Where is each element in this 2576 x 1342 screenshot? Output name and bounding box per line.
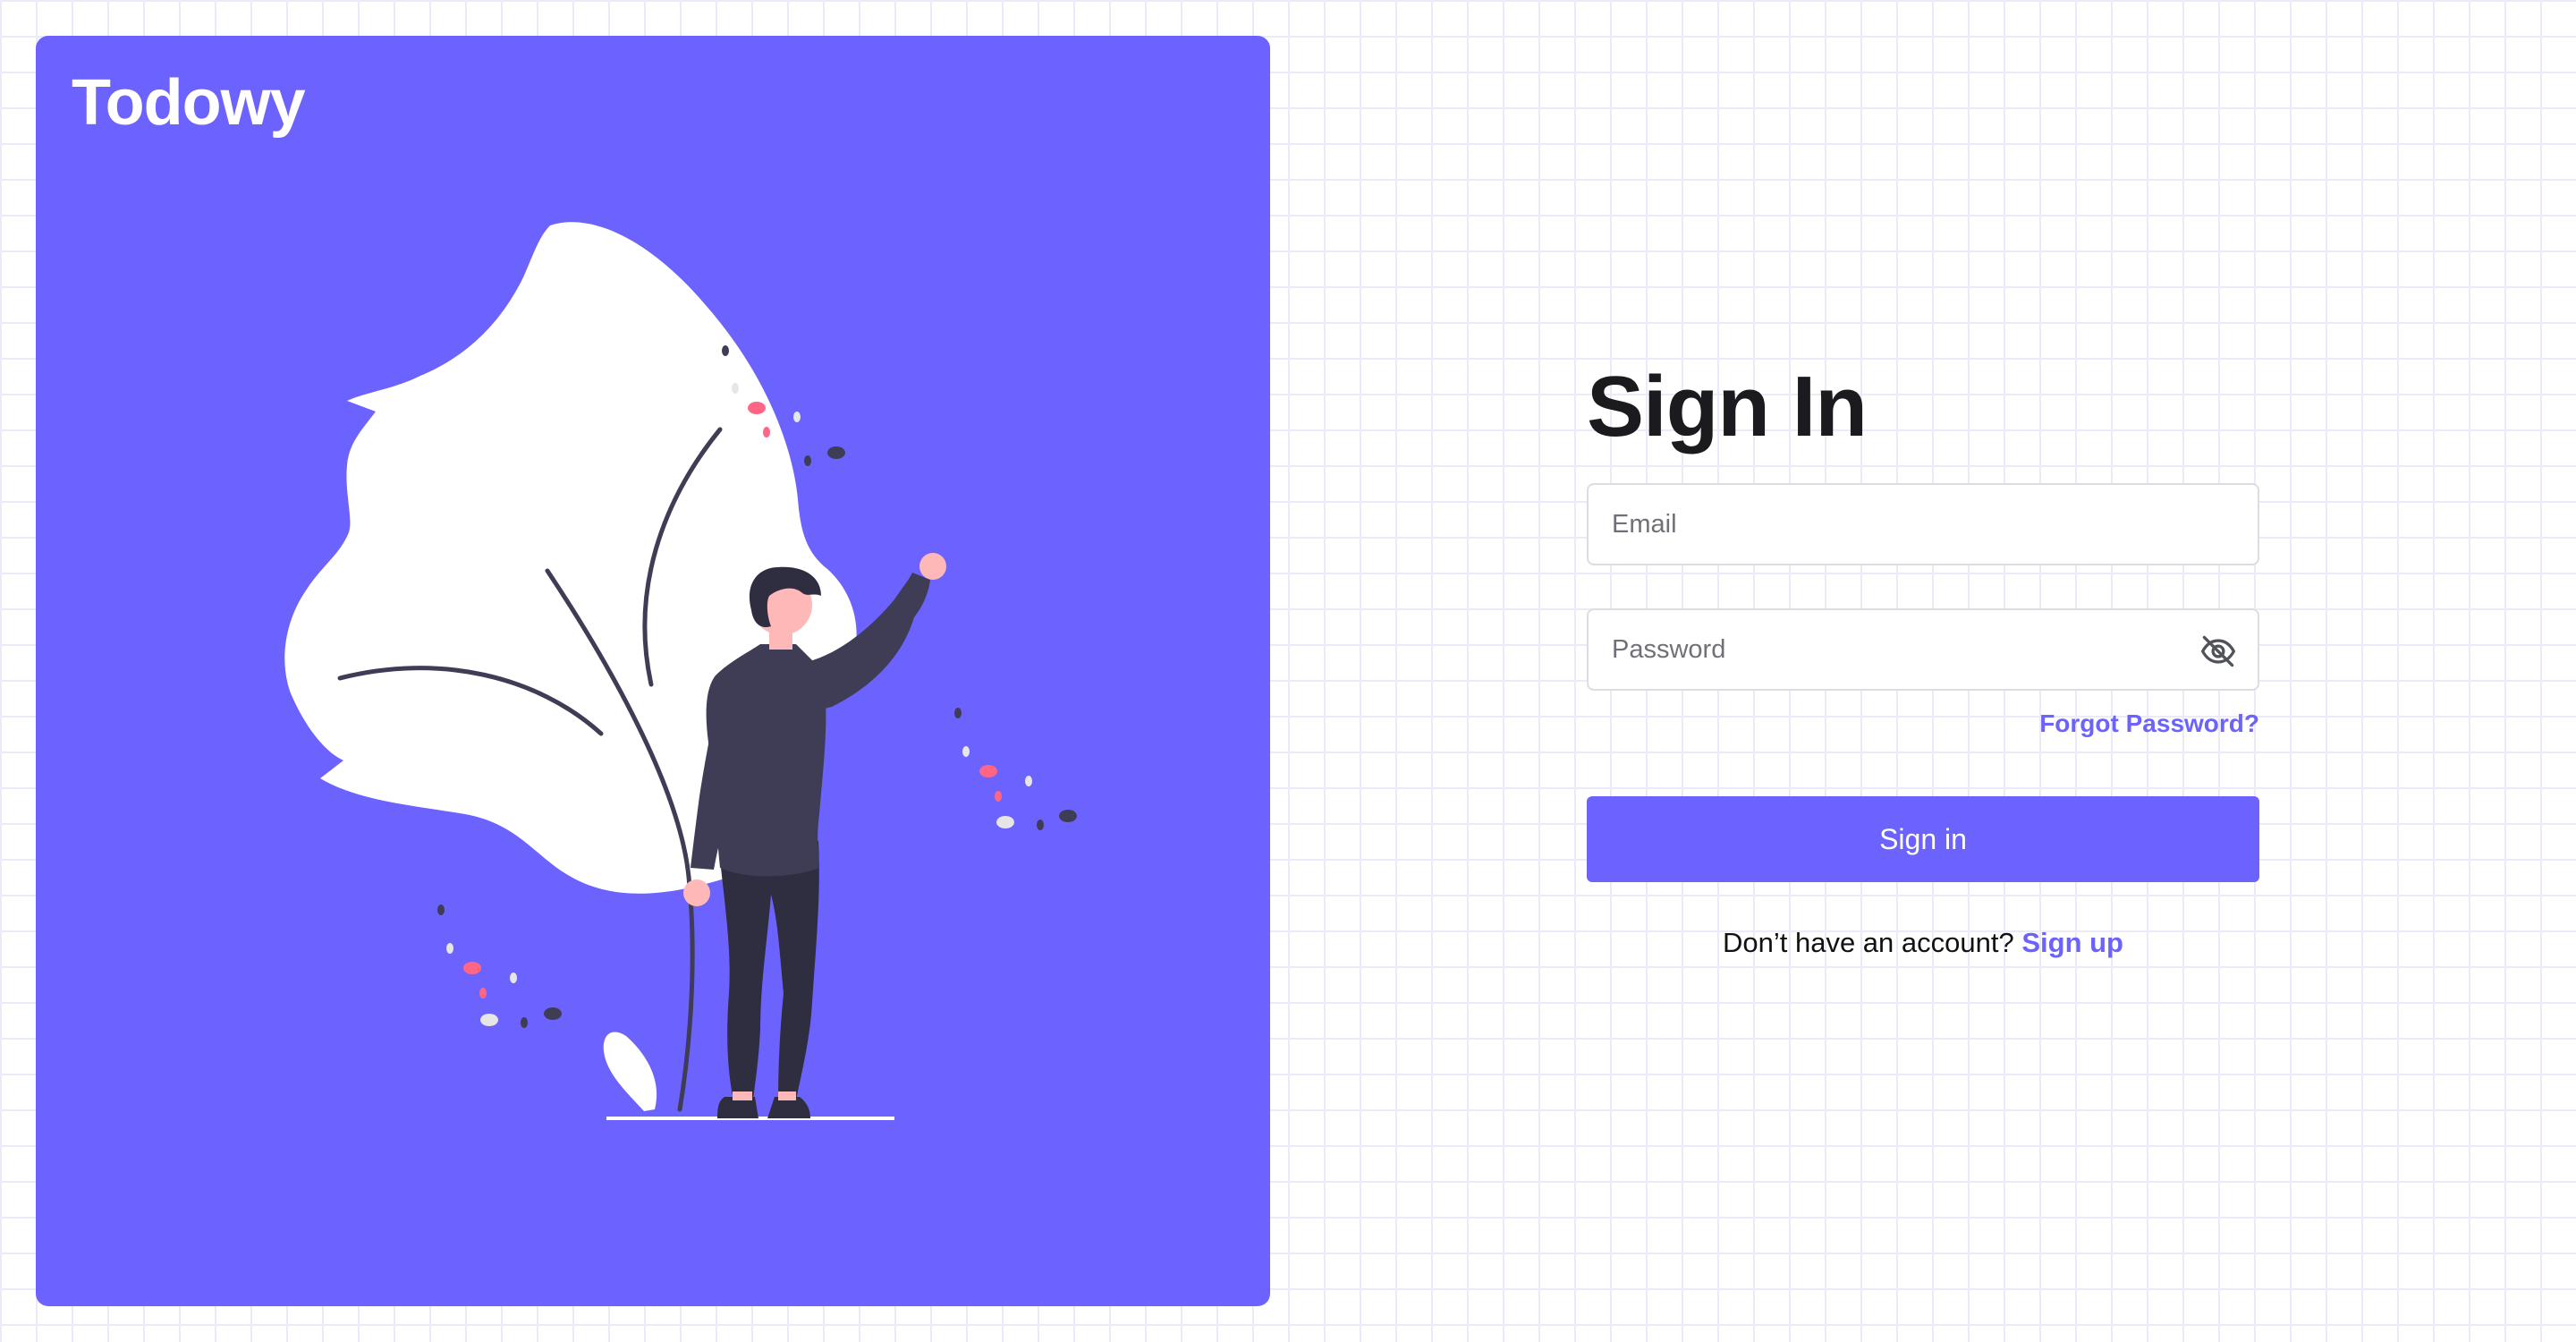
confetti-dot bbox=[544, 1007, 562, 1020]
confetti-dot bbox=[463, 962, 481, 974]
person-ankle-left bbox=[733, 1091, 752, 1100]
confetti-dot bbox=[995, 791, 1002, 802]
confetti-dot bbox=[437, 905, 445, 915]
confetti-dot bbox=[763, 427, 770, 437]
sign-in-form: Sign In Forgot Password? Sign in Don’t h… bbox=[1587, 349, 2259, 959]
page-title: Sign In bbox=[1587, 359, 1868, 454]
confetti-dot bbox=[748, 402, 766, 414]
confetti-dot bbox=[827, 446, 845, 459]
email-field-container bbox=[1587, 483, 2259, 565]
confetti-dot bbox=[732, 383, 739, 394]
small-leaf bbox=[603, 1032, 657, 1111]
signup-prompt: Don’t have an account? bbox=[1722, 927, 2014, 958]
sign-in-button[interactable]: Sign in bbox=[1587, 796, 2259, 882]
forgot-password-link[interactable]: Forgot Password? bbox=[1587, 709, 2259, 739]
confetti-dot bbox=[954, 708, 962, 718]
confetti-dot bbox=[1037, 820, 1044, 830]
person-hand-raised bbox=[919, 553, 946, 580]
confetti-dot bbox=[804, 455, 811, 466]
person-waving-illustration bbox=[284, 222, 1077, 1120]
confetti-dot bbox=[510, 973, 517, 983]
confetti-dot bbox=[480, 1014, 498, 1026]
signup-row: Don’t have an account? Sign up bbox=[1587, 927, 2259, 959]
confetti-dot bbox=[479, 988, 487, 998]
confetti-dot bbox=[521, 1017, 528, 1028]
confetti-dot bbox=[979, 765, 997, 777]
confetti-dot bbox=[446, 943, 453, 954]
confetti-dot bbox=[1025, 776, 1032, 786]
confetti-dot bbox=[996, 816, 1014, 828]
password-field-container bbox=[1587, 608, 2259, 691]
person-hand-lower bbox=[683, 879, 710, 906]
sign-up-link[interactable]: Sign up bbox=[2021, 927, 2123, 958]
eye-off-icon[interactable] bbox=[2199, 632, 2238, 671]
confetti-dot bbox=[722, 345, 729, 356]
person-legs bbox=[720, 841, 819, 1100]
confetti-dot bbox=[962, 746, 970, 757]
email-field[interactable] bbox=[1589, 485, 2258, 564]
confetti-dot bbox=[793, 412, 801, 422]
password-field[interactable] bbox=[1589, 610, 2258, 689]
confetti-dot bbox=[1059, 810, 1077, 822]
hero-panel: Todowy bbox=[36, 36, 1270, 1306]
person-ankle-right bbox=[778, 1091, 796, 1100]
